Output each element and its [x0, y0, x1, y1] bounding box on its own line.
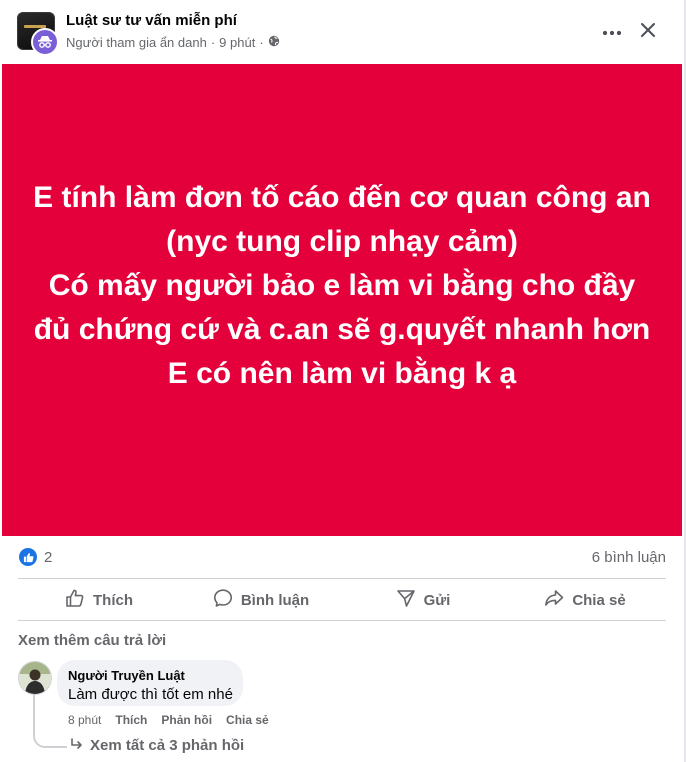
send-button-label: Gửi — [423, 591, 451, 609]
comment-text: Làm được thì tốt em nhé — [68, 686, 233, 703]
see-more-comments-link[interactable]: Xem thêm câu trả lời — [18, 632, 166, 649]
comment-button[interactable]: Bình luận — [180, 580, 342, 620]
comment-icon — [213, 588, 233, 612]
comment-count[interactable]: 6 bình luận — [592, 549, 666, 566]
share-icon — [544, 588, 564, 612]
like-button-label: Thích — [93, 591, 133, 609]
meta-separator-2: · — [259, 35, 264, 50]
reply-thread-line — [33, 694, 67, 748]
like-reaction-icon[interactable] — [19, 548, 37, 566]
send-icon — [396, 588, 416, 612]
reply-arrow-icon — [70, 737, 84, 754]
divider-2 — [18, 620, 666, 621]
meta-separator: · — [210, 35, 216, 50]
globe-icon — [268, 35, 280, 50]
comment-reply-button[interactable]: Phản hồi — [161, 713, 212, 727]
avatar[interactable] — [18, 661, 52, 695]
comment-share-button[interactable]: Chia sẻ — [226, 713, 269, 727]
reaction-summary: 2 6 bình luận — [0, 536, 684, 578]
close-button[interactable] — [634, 18, 662, 46]
post-time[interactable]: 9 phút — [219, 35, 255, 50]
comment-author[interactable]: Người Truyền Luật — [68, 668, 185, 683]
comment-actions: 8 phút Thích Phản hồi Chia sẻ — [68, 713, 269, 727]
page-name[interactable]: Luật sư tư vấn miễn phí — [66, 12, 237, 29]
view-all-replies-link[interactable]: Xem tất cả 3 phản hồi — [70, 737, 244, 754]
post-meta: Người tham gia ẩn danh · 9 phút · — [66, 35, 280, 50]
view-replies-label: Xem tất cả 3 phản hồi — [90, 737, 245, 754]
post-actions: Thích Bình luận Gửi Chia sẻ — [18, 580, 666, 620]
divider — [18, 578, 666, 579]
post-card: Luật sư tư vấn miễn phí Người tham gia ẩ… — [0, 0, 686, 762]
more-options-button[interactable] — [598, 18, 626, 46]
send-button[interactable]: Gửi — [342, 580, 504, 620]
more-horizontal-icon — [602, 23, 622, 41]
reaction-count[interactable]: 2 — [44, 549, 52, 566]
close-icon — [640, 22, 656, 43]
post-text-background[interactable]: E tính làm đơn tố cáo đến cơ quan công a… — [2, 64, 682, 536]
comment-time[interactable]: 8 phút — [68, 713, 101, 727]
share-button-label: Chia sẻ — [572, 591, 626, 609]
share-button[interactable]: Chia sẻ — [504, 580, 666, 620]
author-name: Người tham gia ẩn danh — [66, 35, 207, 50]
like-button[interactable]: Thích — [18, 580, 180, 620]
post-body-text: E tính làm đơn tố cáo đến cơ quan công a… — [33, 181, 651, 390]
post-header: Luật sư tư vấn miễn phí Người tham gia ẩ… — [0, 0, 684, 64]
anonymous-icon — [31, 28, 59, 56]
comment-button-label: Bình luận — [240, 591, 310, 609]
thumbs-up-icon — [65, 588, 85, 612]
page-avatar[interactable] — [17, 12, 59, 56]
comment-like-button[interactable]: Thích — [115, 713, 147, 727]
